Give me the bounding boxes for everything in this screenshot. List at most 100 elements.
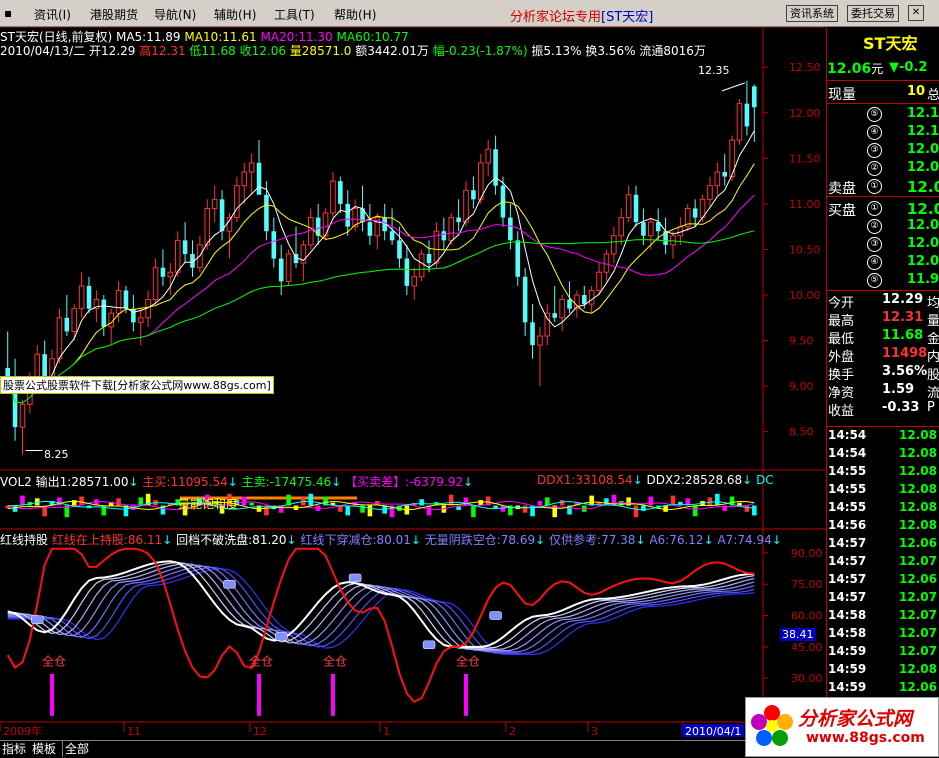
candle-body [241, 171, 248, 187]
candle-body [625, 194, 632, 219]
price-tick-label: 10.50 [789, 243, 821, 256]
stat-5: 净资 1.59 流 [828, 382, 939, 401]
candle-body [478, 162, 484, 200]
tick-row: 14:57 12.07 [828, 554, 937, 568]
candle-body [552, 313, 558, 318]
vol-bar [138, 497, 144, 506]
ind-bundle-line-0 [7, 568, 755, 655]
vol-bar [448, 494, 454, 506]
ddx1-label: DDX1:33108.54 [537, 473, 633, 487]
candle-body [692, 208, 698, 218]
candle-body [603, 253, 610, 273]
buy-level-3: ③ 12.0 [827, 236, 939, 254]
dc-label: DC [756, 473, 774, 487]
candle-body [722, 172, 728, 177]
tick-row: 14:59 12.08 [828, 662, 937, 676]
ind-bundle-line-4 [7, 563, 755, 650]
vol-bar [522, 505, 528, 513]
time-label: 11 [127, 725, 141, 738]
logo-url: www.88gs.com [806, 730, 925, 746]
signal-bar [330, 674, 335, 716]
tick-row: 14:55 12.08 [828, 482, 937, 496]
ind-tick-label: 45.00 [791, 641, 823, 654]
candle-body [123, 290, 129, 309]
menu-navigate[interactable]: 导航(N) [154, 6, 196, 23]
vol-bar [500, 505, 506, 512]
signal-label: 全仓 [456, 654, 480, 669]
candle-body [567, 299, 572, 309]
menu-info[interactable]: 资讯(I) [34, 6, 71, 23]
menu-hk-futures[interactable]: 港股期货 [90, 6, 138, 23]
candle-body [64, 317, 70, 332]
stat-2: 最低 11.68 金 [828, 328, 939, 347]
candle-body [397, 240, 402, 259]
band-label: 量能饱和度 [178, 497, 239, 511]
time-label: 2009年 [3, 724, 42, 738]
vol-bar [471, 505, 476, 518]
menu-tools[interactable]: 工具(T) [274, 6, 315, 23]
vol-bar [426, 505, 432, 516]
stat-3: 外盘 11498 内 [828, 346, 939, 365]
close-icon[interactable]: ✕ [908, 5, 924, 21]
ma5-line [37, 130, 755, 390]
candle-body [285, 253, 292, 282]
price-tick-label: 12.50 [789, 61, 821, 74]
tab-all[interactable]: 全部 [62, 741, 91, 757]
candle-body [633, 194, 639, 223]
buy-level-4: ④ 12.0 [827, 254, 939, 272]
sell-level-5: ⑤ 12.1 [827, 106, 939, 124]
candle-body [515, 240, 521, 277]
ind-title-row: 红线持股 红线在上持股:86.11↓ 回档不破洗盘:81.20↓ 红线下穿减仓:… [0, 533, 782, 547]
vol-output: 输出1:28571.00 [35, 475, 129, 489]
ind-item-6: A6:76.12 [649, 533, 704, 547]
tab-template[interactable]: 模板 [30, 741, 58, 757]
cross-marker-icon [223, 579, 236, 589]
signal-bar [257, 674, 262, 716]
ind-item-2: 回档不破洗盘:81.20 [176, 533, 287, 547]
stat-0: 今开 12.29 均 [828, 292, 939, 311]
menu-help[interactable]: 帮助(H) [334, 6, 376, 23]
trade-button[interactable]: 委托交易 [847, 5, 899, 22]
vol-bar [744, 505, 750, 512]
signal-label: 全仓 [323, 654, 347, 669]
candle-body [471, 190, 476, 200]
volume-row: 现量 10 总 [828, 84, 939, 103]
ind-red-line [6, 547, 755, 704]
time-label: 2010/04/1 [685, 725, 741, 738]
cross-marker-icon [489, 611, 502, 620]
candle-body [182, 240, 188, 254]
tab-indicator[interactable]: 指标 [0, 741, 28, 757]
tick-row: 14:54 12.08 [828, 428, 937, 442]
candle-body [160, 267, 166, 277]
tick-row: 14:58 12.07 [828, 626, 937, 640]
current-price: 12.06元 [827, 61, 884, 77]
price-tick-label: 9.50 [789, 335, 814, 348]
turnover-label: 换3.56% [585, 44, 636, 58]
candle-body [278, 258, 284, 282]
info-system-button[interactable]: 资讯系统 [786, 5, 838, 22]
vol-bar [308, 493, 314, 506]
vol-main-sell: 主卖:-17475.46 [241, 475, 332, 489]
candle-body [86, 285, 92, 309]
vol-bar [545, 497, 550, 506]
vol-bar [648, 496, 654, 506]
candle-body [485, 148, 491, 164]
candle-body [137, 317, 144, 323]
low-marker: 8.25 [44, 448, 69, 461]
tick-row: 14:57 12.06 [828, 536, 937, 550]
watermark-banner[interactable]: 股票公式股票软件下载[分析家公式网www.88gs.com] [0, 376, 274, 394]
candle-body [648, 221, 654, 237]
signal-label: 全仓 [42, 654, 66, 669]
candle-body [508, 217, 513, 241]
vol-bar [345, 505, 351, 516]
candle-body [559, 299, 565, 319]
candle-body [588, 289, 595, 305]
vol-bar [12, 505, 18, 512]
menu-assist[interactable]: 辅助(H) [214, 6, 256, 23]
app-icon[interactable]: ▪ [4, 6, 12, 20]
sell-level-2: ② 12.0 [827, 160, 939, 178]
price-change: ▼-0.2 [889, 60, 928, 75]
candle-body [426, 254, 432, 264]
ind-title: 红线持股 [0, 533, 49, 547]
tick-row: 14:59 12.06 [828, 680, 937, 694]
